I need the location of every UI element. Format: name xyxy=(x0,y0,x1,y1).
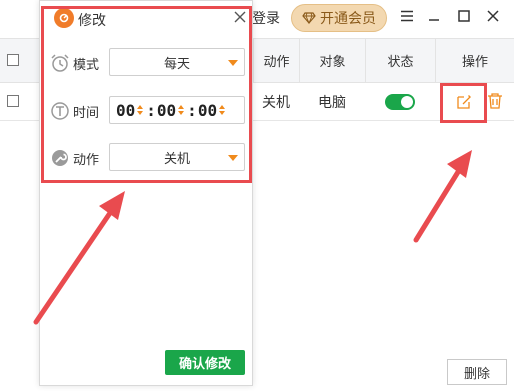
second-field[interactable]: 00 xyxy=(198,101,217,120)
highlight-edit-box xyxy=(440,83,487,123)
minimize-icon[interactable] xyxy=(426,8,442,24)
arrow-to-edit xyxy=(413,150,472,243)
mode-value: 每天 xyxy=(163,56,190,72)
delete-button[interactable]: 删除 xyxy=(447,359,507,385)
column-status: 状态 xyxy=(365,39,435,82)
close-window-icon[interactable] xyxy=(485,8,501,24)
minute-field[interactable]: 00 xyxy=(157,101,176,120)
time-row: 时间 00 : 00 : 00 xyxy=(46,96,246,126)
action-value: 关机 xyxy=(163,151,190,167)
action-row: 动作 关机 xyxy=(46,143,246,173)
mode-select[interactable]: 每天 xyxy=(109,48,245,76)
time-label: 时间 xyxy=(73,106,100,121)
mode-row: 模式 每天 xyxy=(46,48,246,78)
hour-field[interactable]: 00 xyxy=(116,101,135,120)
column-action: 动作 xyxy=(253,39,299,82)
row-action: 关机 xyxy=(262,94,290,111)
login-link[interactable]: 登录 xyxy=(252,8,280,28)
column-target: 对象 xyxy=(299,39,365,82)
delete-icon[interactable] xyxy=(487,92,503,110)
row-status xyxy=(365,83,435,120)
confirm-edit-button[interactable]: 确认修改 xyxy=(165,350,245,375)
chevron-down-icon xyxy=(228,60,238,66)
diamond-icon xyxy=(302,12,316,25)
timer-icon xyxy=(51,102,69,120)
edit-dialog: 修改 模式 每天 时间 00 : 00: 00 动作 关机 确认修改 xyxy=(39,0,253,386)
second-stepper-icon[interactable] xyxy=(219,105,226,115)
column-operation: 操作 xyxy=(435,39,514,82)
vip-button[interactable]: 开通会员 xyxy=(291,4,387,32)
menu-icon[interactable] xyxy=(399,8,415,24)
alarm-clock-icon xyxy=(51,54,69,72)
action-label: 动作 xyxy=(73,153,100,168)
action-select[interactable]: 关机 xyxy=(109,143,245,171)
select-all-checkbox[interactable] xyxy=(7,54,19,66)
minute-stepper-icon[interactable] xyxy=(178,105,185,115)
row-checkbox[interactable] xyxy=(7,95,19,107)
mode-label: 模式 xyxy=(73,58,100,73)
wrench-icon xyxy=(52,150,68,166)
status-toggle[interactable] xyxy=(385,93,415,110)
maximize-icon[interactable] xyxy=(456,8,472,24)
row-target: 电脑 xyxy=(318,94,346,111)
chevron-down-icon xyxy=(228,155,238,161)
hour-stepper-icon[interactable] xyxy=(137,105,144,115)
vip-label: 开通会员 xyxy=(320,11,376,27)
time-input[interactable]: 00 : 00 : 00 xyxy=(109,96,245,124)
